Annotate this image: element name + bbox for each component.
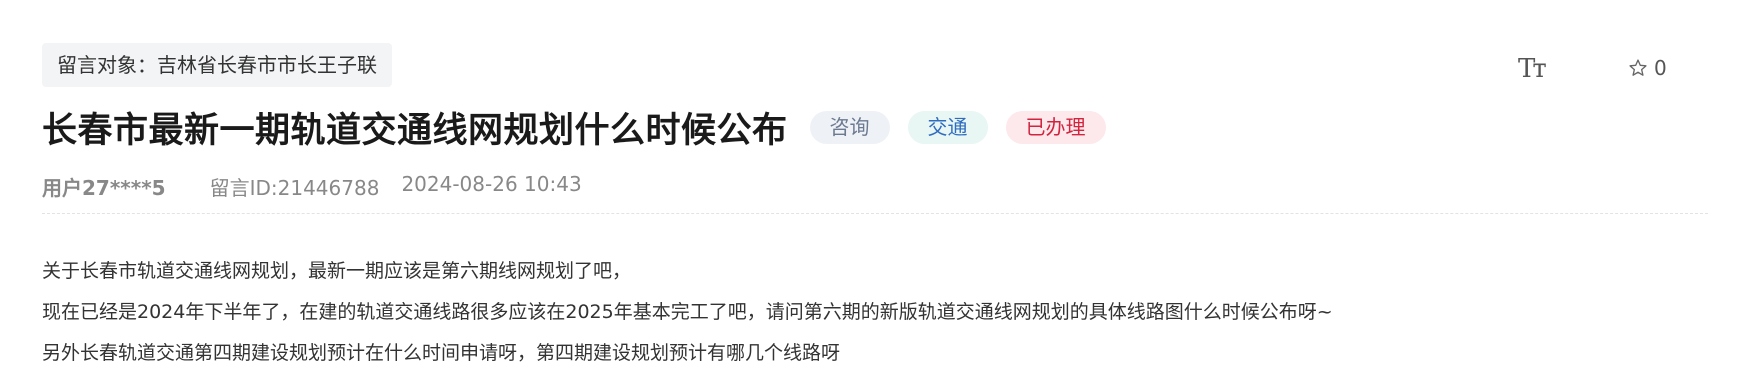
font-size-icon: Tт [1518, 54, 1547, 84]
favorite-count: 0 [1654, 56, 1667, 80]
tag-traffic: 交通 [907, 110, 988, 144]
message-content: 关于长春市轨道交通线网规划，最新一期应该是第六期线网规划了吧， 现在已经是202… [42, 251, 1722, 374]
favorite-button[interactable]: 0 [1628, 56, 1667, 80]
font-size-button[interactable]: Tт [1518, 54, 1547, 84]
status-badge: 已办理 [1005, 110, 1106, 144]
user-name: 用户27****5 [42, 176, 166, 200]
divider [42, 213, 1708, 214]
message-time: 2024-08-26 10:43 [401, 172, 582, 196]
toolbar: Tт 0 [0, 52, 1756, 88]
content-line: 关于长春市轨道交通线网规划，最新一期应该是第六期线网规划了吧， [42, 260, 632, 282]
title-row: 长春市最新一期轨道交通线网规划什么时候公布 咨询 交通 已办理 [42, 99, 1106, 155]
page-title: 长春市最新一期轨道交通线网规划什么时候公布 [42, 110, 788, 151]
content-line: 另外长春轨道交通第四期建设规划预计在什么时间申请呀，第四期建设规划预计有哪几个线… [42, 342, 841, 364]
content-line: 现在已经是2024年下半年了，在建的轨道交通线路很多应该在2025年基本完工了吧… [42, 301, 1333, 323]
tag-consult: 咨询 [809, 110, 890, 144]
message-meta: 用户27****5 留言ID:21446788 2024-08-26 10:43 [42, 172, 582, 201]
message-id: 留言ID:21446788 [209, 176, 380, 200]
star-icon [1629, 59, 1647, 76]
